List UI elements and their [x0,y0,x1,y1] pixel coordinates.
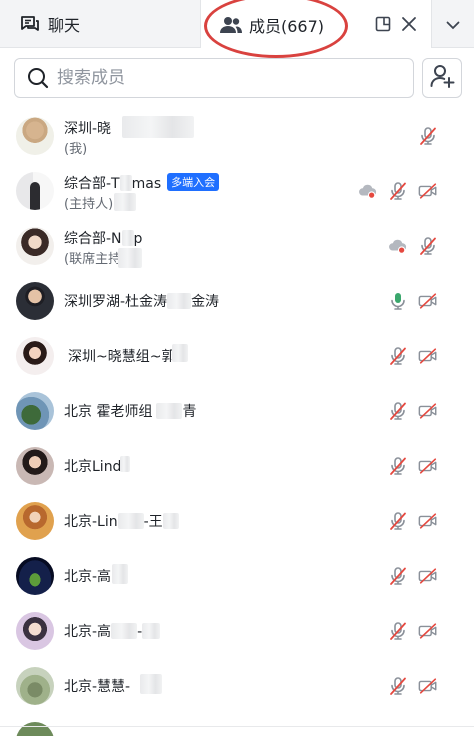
popout-icon[interactable] [371,12,395,36]
tab-more-button[interactable] [432,0,474,48]
name-blur [122,116,194,138]
avatar [16,227,54,265]
mic-muted-icon[interactable] [388,676,408,696]
member-name: 北京-慧慧- [64,679,131,695]
avatar [16,337,54,375]
camera-off-icon[interactable] [418,346,438,366]
member-name: 综合部-N p [64,230,143,247]
member-name: 北京-高 - [64,621,161,641]
member-name: 北京-高 [64,569,112,585]
tab-bar: 聊天 成员(667) [0,0,474,58]
name-blur [172,344,188,362]
mic-muted-icon[interactable] [388,346,408,366]
member-role: (主持人) [64,197,114,212]
member-role: (我) [64,142,88,157]
member-row[interactable]: 深圳罗湖-杜金涛 金涛 [0,273,474,328]
search-input[interactable] [57,68,387,88]
name-blur [120,456,130,472]
camera-off-icon[interactable] [418,456,438,476]
avatar [16,282,54,320]
mic-muted-icon[interactable] [418,236,438,256]
cloud-record-icon [388,236,408,256]
member-row[interactable]: 北京-高 [0,548,474,603]
avatar [16,557,54,595]
invite-member-button[interactable] [422,58,462,98]
cloud-record-icon [358,181,378,201]
tab-chat-label: 聊天 [48,16,81,35]
member-name: 北京 霍老师组青 [64,403,197,420]
add-person-icon [429,63,455,93]
member-name: 北京-Lin -王 [64,511,179,531]
member-row[interactable]: 北京-高 - [0,603,474,658]
mic-muted-icon[interactable] [388,621,408,641]
member-row[interactable] [0,713,474,736]
member-row[interactable]: 综合部-N p (联席主持 [0,218,474,273]
member-name: 深圳罗湖-杜金涛 金涛 [64,293,220,310]
avatar [16,117,54,155]
member-name: 综合部-T mas 多端入会 [64,173,220,193]
camera-off-icon[interactable] [418,401,438,421]
chevron-down-icon [446,15,460,34]
member-row[interactable]: 北京-慧慧- [0,658,474,713]
member-list[interactable]: 深圳-晓 (我) 综合部-T mas 多端入会 (主持人) 综合部-N p (联席主持 [0,108,474,736]
camera-off-icon[interactable] [418,676,438,696]
member-row[interactable]: 北京-Lin -王 [0,493,474,548]
tab-chat[interactable]: 聊天 [0,0,200,48]
mic-muted-icon[interactable] [418,126,438,146]
mic-muted-icon[interactable] [388,456,408,476]
mic-on-icon[interactable] [388,291,408,311]
camera-off-icon[interactable] [418,621,438,641]
member-name: 深圳~晓慧组~郭 [68,349,176,365]
member-name: 北京Lind [64,459,122,475]
mic-muted-icon[interactable] [388,401,408,421]
search-icon [27,67,49,89]
divider [0,726,474,727]
multi-device-badge: 多端入会 [167,173,220,191]
member-row[interactable]: 综合部-T mas 多端入会 (主持人) [0,163,474,218]
member-row[interactable]: 北京Lind [0,438,474,493]
camera-off-icon[interactable] [418,566,438,586]
tab-members-label: 成员(667) [249,17,325,36]
member-name: 深圳-晓 [64,121,112,137]
member-row[interactable]: 深圳-晓 (我) [0,108,474,163]
tab-members[interactable]: 成员(667) [200,0,432,58]
member-row[interactable]: 深圳~晓慧组~郭 [0,328,474,383]
name-blur [140,674,162,694]
name-blur [114,193,136,211]
mic-muted-icon[interactable] [388,181,408,201]
chat-bubbles-icon [20,14,40,34]
avatar [16,612,54,650]
search-box[interactable] [14,58,414,98]
avatar [16,502,54,540]
member-row[interactable]: 北京 霍老师组青 [0,383,474,438]
member-role: (联席主持 [64,252,122,267]
name-blur [112,564,128,584]
camera-off-icon[interactable] [418,511,438,531]
camera-off-icon[interactable] [418,291,438,311]
avatar [16,447,54,485]
avatar [16,172,54,210]
avatar [16,667,54,705]
camera-off-icon[interactable] [418,181,438,201]
avatar [16,722,54,736]
close-icon[interactable] [397,12,421,36]
mic-muted-icon[interactable] [388,566,408,586]
people-icon [219,15,243,35]
name-blur [118,248,142,268]
avatar [16,392,54,430]
mic-muted-icon[interactable] [388,511,408,531]
